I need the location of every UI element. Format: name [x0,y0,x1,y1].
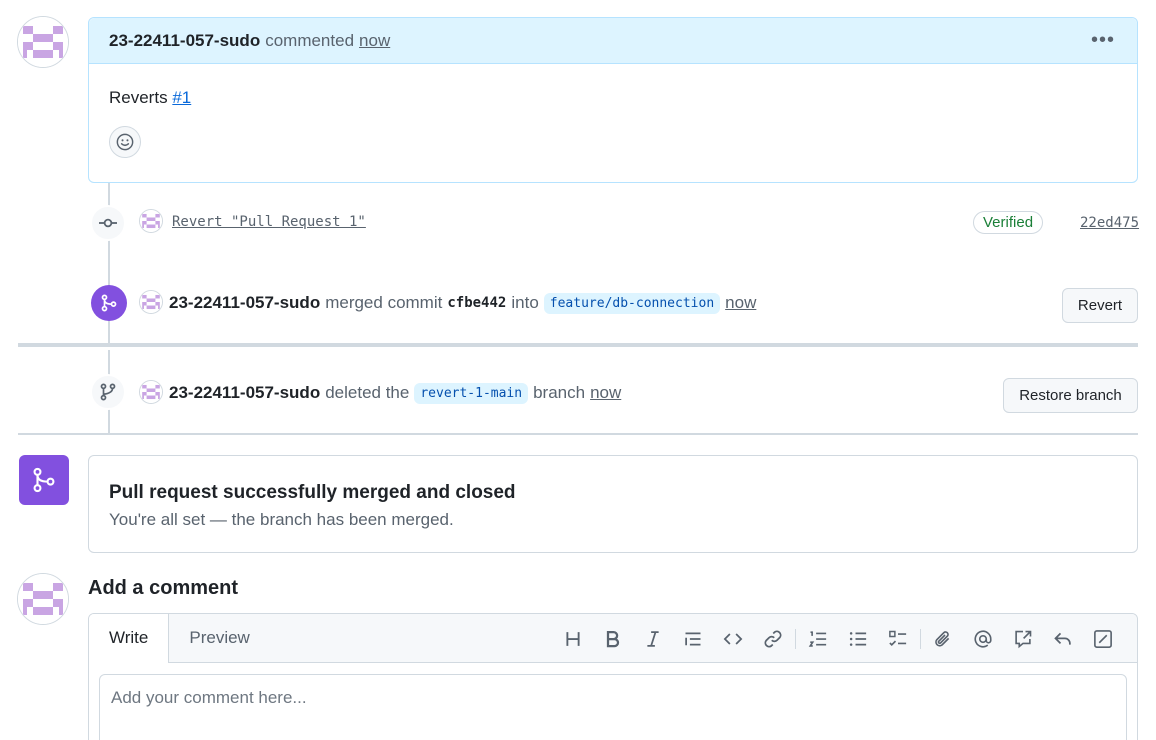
editor-header: Write Preview [89,614,1137,663]
toolbar-separator [920,629,921,649]
comment-box: 23-22411-057-sudo commented now ••• Reve… [88,17,1138,183]
revert-button[interactable]: Revert [1062,288,1138,323]
avatar[interactable] [17,16,69,68]
git-merge-icon [101,294,117,312]
fullscreen-icon[interactable] [1083,625,1123,653]
avatar[interactable] [139,209,163,233]
target-branch[interactable]: feature/db-connection [543,292,721,314]
tab-preview[interactable]: Preview [169,614,269,662]
divider [18,433,1138,435]
merge-badge [91,285,127,321]
comment-header: 23-22411-057-sudo commented now ••• [89,18,1137,64]
toolbar-separator [795,629,796,649]
reply-icon[interactable] [1043,625,1083,653]
branch-badge [90,374,126,410]
numbered-list-icon[interactable] [798,625,838,653]
restore-branch-button[interactable]: Restore branch [1003,378,1138,413]
comment-textarea[interactable] [99,674,1127,740]
merged-status-box: Pull request successfully merged and clo… [88,455,1138,553]
markdown-toolbar [553,625,1123,653]
divider [18,343,1138,347]
smiley-icon [116,133,134,151]
merge-timestamp[interactable]: now [725,293,756,313]
merge-into: into [511,293,539,312]
task-list-icon[interactable] [878,625,918,653]
tab-write[interactable]: Write [89,614,170,663]
merge-action: merged commit [325,293,443,312]
git-commit-icon [99,218,117,228]
comment-body: Reverts #1 [89,64,1137,158]
italic-icon[interactable] [633,625,673,653]
comment-author[interactable]: 23-22411-057-sudo [109,31,260,51]
quote-icon[interactable] [673,625,713,653]
bullet-list-icon[interactable] [838,625,878,653]
comment-action: commented [265,30,355,50]
comment-text: Reverts [109,88,168,107]
add-comment-heading: Add a comment [88,577,239,599]
add-reaction-button[interactable] [109,126,141,158]
attach-icon[interactable] [923,625,963,653]
merged-status-subtitle: You're all set — the branch has been mer… [109,510,454,529]
bold-icon[interactable] [593,625,633,653]
issue-link[interactable]: #1 [172,88,191,107]
commit-message-link[interactable]: Revert "Pull Request 1" [172,214,366,230]
deleted-branch: revert-1-main [414,382,529,404]
kebab-menu-icon[interactable]: ••• [1091,29,1115,52]
avatar[interactable] [139,290,163,314]
link-icon[interactable] [753,625,793,653]
merge-event-text: 23-22411-057-sudo merged commit cfbe442 … [169,290,756,316]
git-merge-icon [33,467,55,493]
code-icon[interactable] [713,625,753,653]
commit-sha-link[interactable]: 22ed475 [1080,215,1139,231]
merge-commit-sha[interactable]: cfbe442 [447,295,506,311]
mention-icon[interactable] [963,625,1003,653]
merged-status-title: Pull request successfully merged and clo… [109,482,516,503]
avatar[interactable] [17,573,69,625]
avatar[interactable] [139,380,163,404]
comment-timestamp[interactable]: now [359,31,390,51]
delete-event-text: 23-22411-057-sudo deleted the revert-1-m… [169,380,621,406]
comment-editor: Write Preview [88,613,1138,740]
delete-author[interactable]: 23-22411-057-sudo [169,383,320,403]
commit-badge [90,205,126,241]
cross-reference-icon[interactable] [1003,625,1043,653]
merged-status-badge [19,455,69,505]
git-branch-icon [100,383,116,401]
delete-suffix: branch [533,383,586,402]
delete-timestamp[interactable]: now [590,383,621,403]
merge-author[interactable]: 23-22411-057-sudo [169,293,320,313]
delete-action: deleted the [325,383,410,402]
heading-icon[interactable] [553,625,593,653]
verified-badge[interactable]: Verified [973,211,1044,234]
